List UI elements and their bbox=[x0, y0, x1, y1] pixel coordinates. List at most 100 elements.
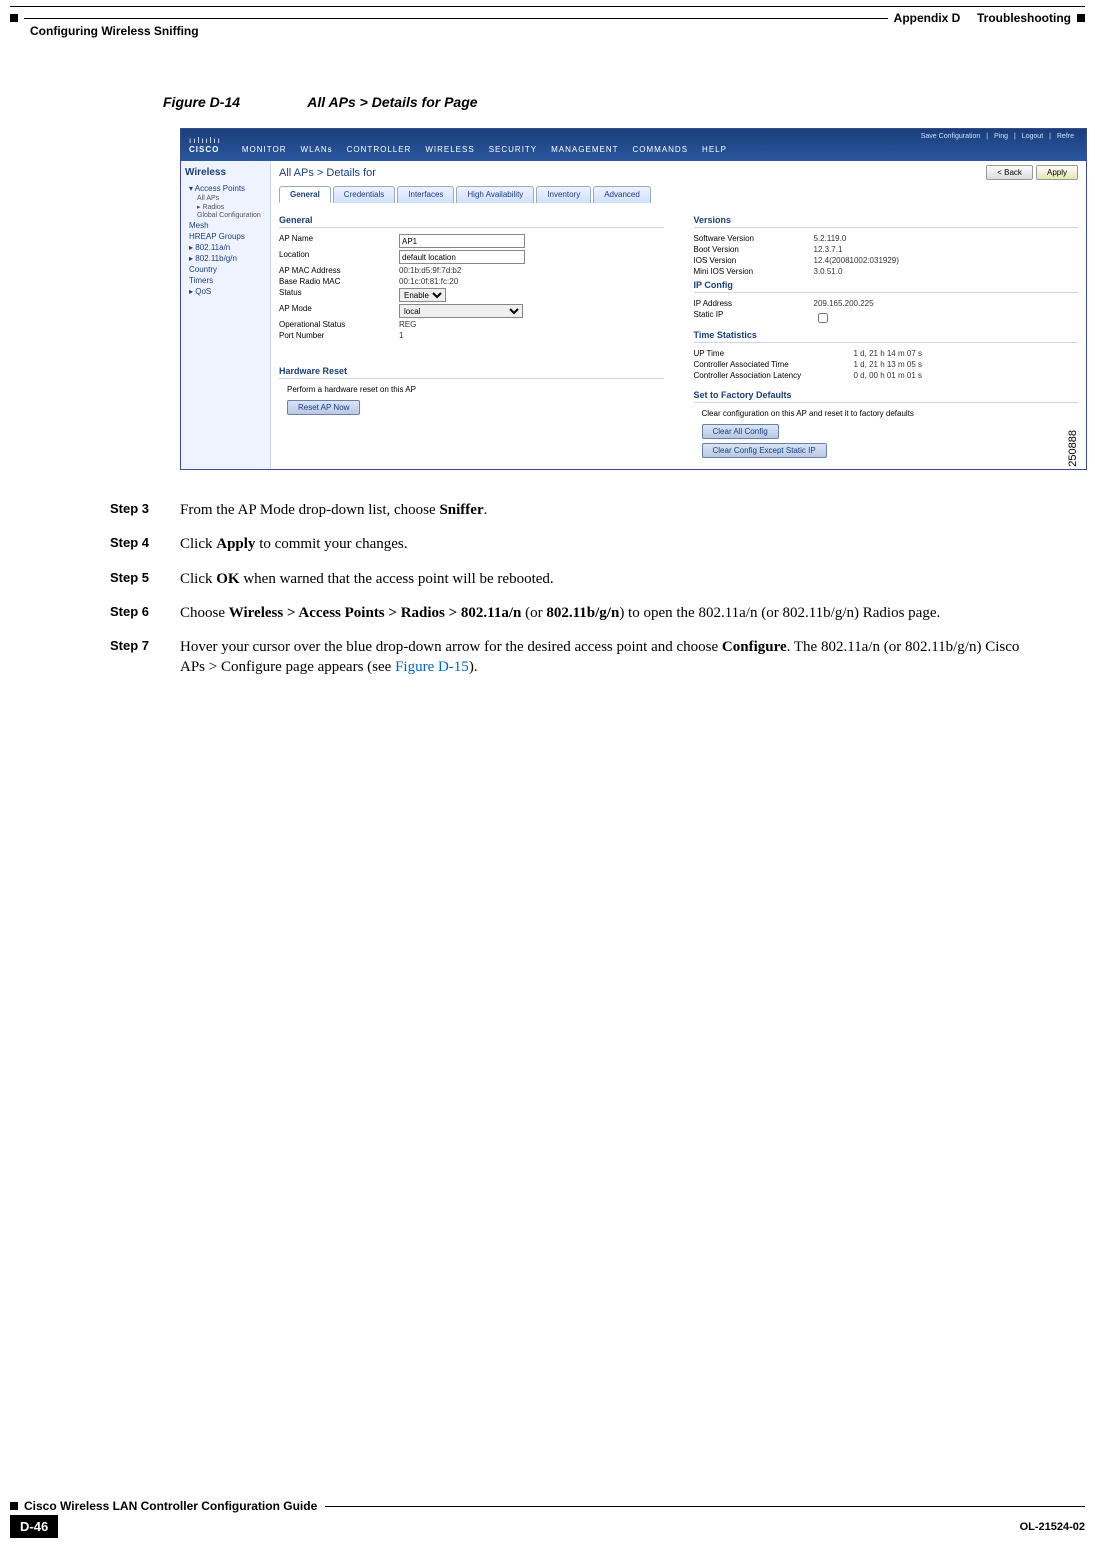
header-square-right bbox=[1077, 14, 1085, 22]
ap-name-label: AP Name bbox=[279, 234, 399, 248]
mini-ios-label: Mini IOS Version bbox=[694, 267, 814, 276]
location-input[interactable] bbox=[399, 250, 525, 264]
nav-commands[interactable]: COMMANDS bbox=[632, 145, 688, 154]
cisco-wordmark: CISCO bbox=[189, 145, 222, 154]
section-ipconfig: IP Config bbox=[694, 280, 1079, 293]
step-6: Step 6 Choose Wireless > Access Points >… bbox=[110, 603, 1030, 623]
nav-help[interactable]: HELP bbox=[702, 145, 727, 154]
section-label: Configuring Wireless Sniffing bbox=[30, 24, 199, 38]
base-radio-value: 00:1c:0f:81:fc:20 bbox=[399, 277, 458, 286]
sidebar-hreap[interactable]: HREAP Groups bbox=[189, 232, 266, 241]
tab-advanced[interactable]: Advanced bbox=[593, 186, 651, 203]
apply-button[interactable]: Apply bbox=[1036, 165, 1078, 180]
assoc-latency-value: 0 d, 00 h 01 m 01 s bbox=[854, 371, 923, 380]
ip-label: IP Address bbox=[694, 299, 814, 308]
port-value: 1 bbox=[399, 331, 403, 340]
ap-mode-label: AP Mode bbox=[279, 304, 399, 318]
header-square-left bbox=[10, 14, 18, 22]
ios-ver-value: 12.4(20081002:031929) bbox=[814, 256, 899, 265]
sidebar-title: Wireless bbox=[185, 167, 266, 178]
nav-controller[interactable]: CONTROLLER bbox=[347, 145, 412, 154]
col-right: Versions Software Version5.2.119.0 Boot … bbox=[694, 211, 1079, 460]
back-button[interactable]: < Back bbox=[986, 165, 1033, 180]
save-config-link[interactable]: Save Configuration bbox=[921, 133, 981, 140]
section-factory: Set to Factory Defaults bbox=[694, 390, 1079, 403]
step-5: Step 5 Click OK when warned that the acc… bbox=[110, 569, 1030, 589]
section-versions: Versions bbox=[694, 215, 1079, 228]
sidebar-80211an[interactable]: ▸ 802.11a/n bbox=[189, 243, 266, 252]
tab-interfaces[interactable]: Interfaces bbox=[397, 186, 454, 203]
mini-ios-value: 3.0.51.0 bbox=[814, 267, 843, 276]
footer-title: Cisco Wireless LAN Controller Configurat… bbox=[24, 1499, 317, 1513]
base-radio-label: Base Radio MAC bbox=[279, 277, 399, 286]
clear-all-config-button[interactable]: Clear All Config bbox=[702, 424, 779, 439]
oper-status-label: Operational Status bbox=[279, 320, 399, 329]
sidebar-access-points[interactable]: ▾ Access Points bbox=[189, 184, 266, 193]
header-rule bbox=[24, 18, 888, 19]
sidebar-all-aps[interactable]: All APs bbox=[197, 195, 266, 202]
page-number: D-46 bbox=[10, 1515, 58, 1538]
figure-caption: Figure D-14 All APs > Details for Page bbox=[163, 94, 478, 110]
cisco-logo: ıılıılıı CISCO bbox=[189, 136, 222, 154]
nav-management[interactable]: MANAGEMENT bbox=[551, 145, 618, 154]
footer-rule bbox=[325, 1506, 1085, 1507]
main-panel: All APs > Details for < Back Apply Gener… bbox=[271, 161, 1086, 469]
screenshot: ıılıılıı CISCO MONITOR WLANs CONTROLLER … bbox=[180, 128, 1087, 470]
nav-wlans[interactable]: WLANs bbox=[301, 145, 333, 154]
image-number: 250888 bbox=[1067, 430, 1079, 467]
step-3-label: Step 3 bbox=[110, 500, 180, 520]
logout-link[interactable]: Logout bbox=[1022, 133, 1043, 140]
ap-mode-select[interactable]: local bbox=[399, 304, 523, 318]
clear-config-except-static-button[interactable]: Clear Config Except Static IP bbox=[702, 443, 827, 458]
step-4: Step 4 Click Apply to commit your change… bbox=[110, 534, 1030, 554]
status-label: Status bbox=[279, 288, 399, 302]
tab-ha[interactable]: High Availability bbox=[456, 186, 534, 203]
sidebar-global-config[interactable]: Global Configuration bbox=[197, 212, 266, 219]
steps: Step 3 From the AP Mode drop-down list, … bbox=[110, 500, 1030, 692]
step-7-label: Step 7 bbox=[110, 637, 180, 678]
sidebar-mesh[interactable]: Mesh bbox=[189, 221, 266, 230]
col-left: General AP Name Location AP MAC Address0… bbox=[279, 211, 664, 460]
section-hwreset: Hardware Reset bbox=[279, 366, 664, 379]
page-footer: Cisco Wireless LAN Controller Configurat… bbox=[10, 1499, 1085, 1538]
tab-general[interactable]: General bbox=[279, 186, 331, 203]
status-select[interactable]: Enable bbox=[399, 288, 446, 302]
nav-wireless[interactable]: WIRELESS bbox=[425, 145, 474, 154]
figure-d15-link[interactable]: Figure D-15 bbox=[395, 659, 469, 675]
nav-security[interactable]: SECURITY bbox=[489, 145, 537, 154]
mac-value: 00:1b:d5:9f:7d:b2 bbox=[399, 266, 461, 275]
appendix-label: Appendix D bbox=[894, 11, 961, 25]
tab-credentials[interactable]: Credentials bbox=[333, 186, 395, 203]
sidebar-80211bgn[interactable]: ▸ 802.11b/g/n bbox=[189, 254, 266, 263]
step-5-label: Step 5 bbox=[110, 569, 180, 589]
tab-inventory[interactable]: Inventory bbox=[536, 186, 591, 203]
sidebar-timers[interactable]: Timers bbox=[189, 276, 266, 285]
hwreset-text: Perform a hardware reset on this AP bbox=[287, 385, 664, 394]
ping-link[interactable]: Ping bbox=[994, 133, 1008, 140]
ios-ver-label: IOS Version bbox=[694, 256, 814, 265]
sidebar-qos[interactable]: ▸ QoS bbox=[189, 287, 266, 296]
assoc-time-label: Controller Associated Time bbox=[694, 360, 854, 369]
sidebar-radios[interactable]: ▸ Radios bbox=[197, 203, 266, 211]
factory-text: Clear configuration on this AP and reset… bbox=[702, 409, 1079, 418]
top-nav: MONITOR WLANs CONTROLLER WIRELESS SECURI… bbox=[242, 145, 727, 154]
nav-monitor[interactable]: MONITOR bbox=[242, 145, 287, 154]
uptime-label: UP Time bbox=[694, 349, 854, 358]
breadcrumb: All APs > Details for bbox=[279, 167, 376, 179]
sidebar-country[interactable]: Country bbox=[189, 265, 266, 274]
ap-name-input[interactable] bbox=[399, 234, 525, 248]
figure-title: All APs > Details for Page bbox=[307, 94, 477, 110]
port-label: Port Number bbox=[279, 331, 399, 340]
section-timestats: Time Statistics bbox=[694, 330, 1079, 343]
ip-value: 209.165.200.225 bbox=[814, 299, 874, 308]
doc-number: OL-21524-02 bbox=[1020, 1521, 1085, 1533]
refresh-link[interactable]: Refre bbox=[1057, 133, 1074, 140]
assoc-latency-label: Controller Association Latency bbox=[694, 371, 854, 380]
step-3: Step 3 From the AP Mode drop-down list, … bbox=[110, 500, 1030, 520]
assoc-time-value: 1 d, 21 h 13 m 05 s bbox=[854, 360, 923, 369]
oper-status-value: REG bbox=[399, 320, 416, 329]
step-7: Step 7 Hover your cursor over the blue d… bbox=[110, 637, 1030, 678]
static-ip-checkbox[interactable] bbox=[818, 313, 828, 323]
chapter-label: Troubleshooting bbox=[977, 11, 1071, 25]
reset-ap-button[interactable]: Reset AP Now bbox=[287, 400, 360, 415]
